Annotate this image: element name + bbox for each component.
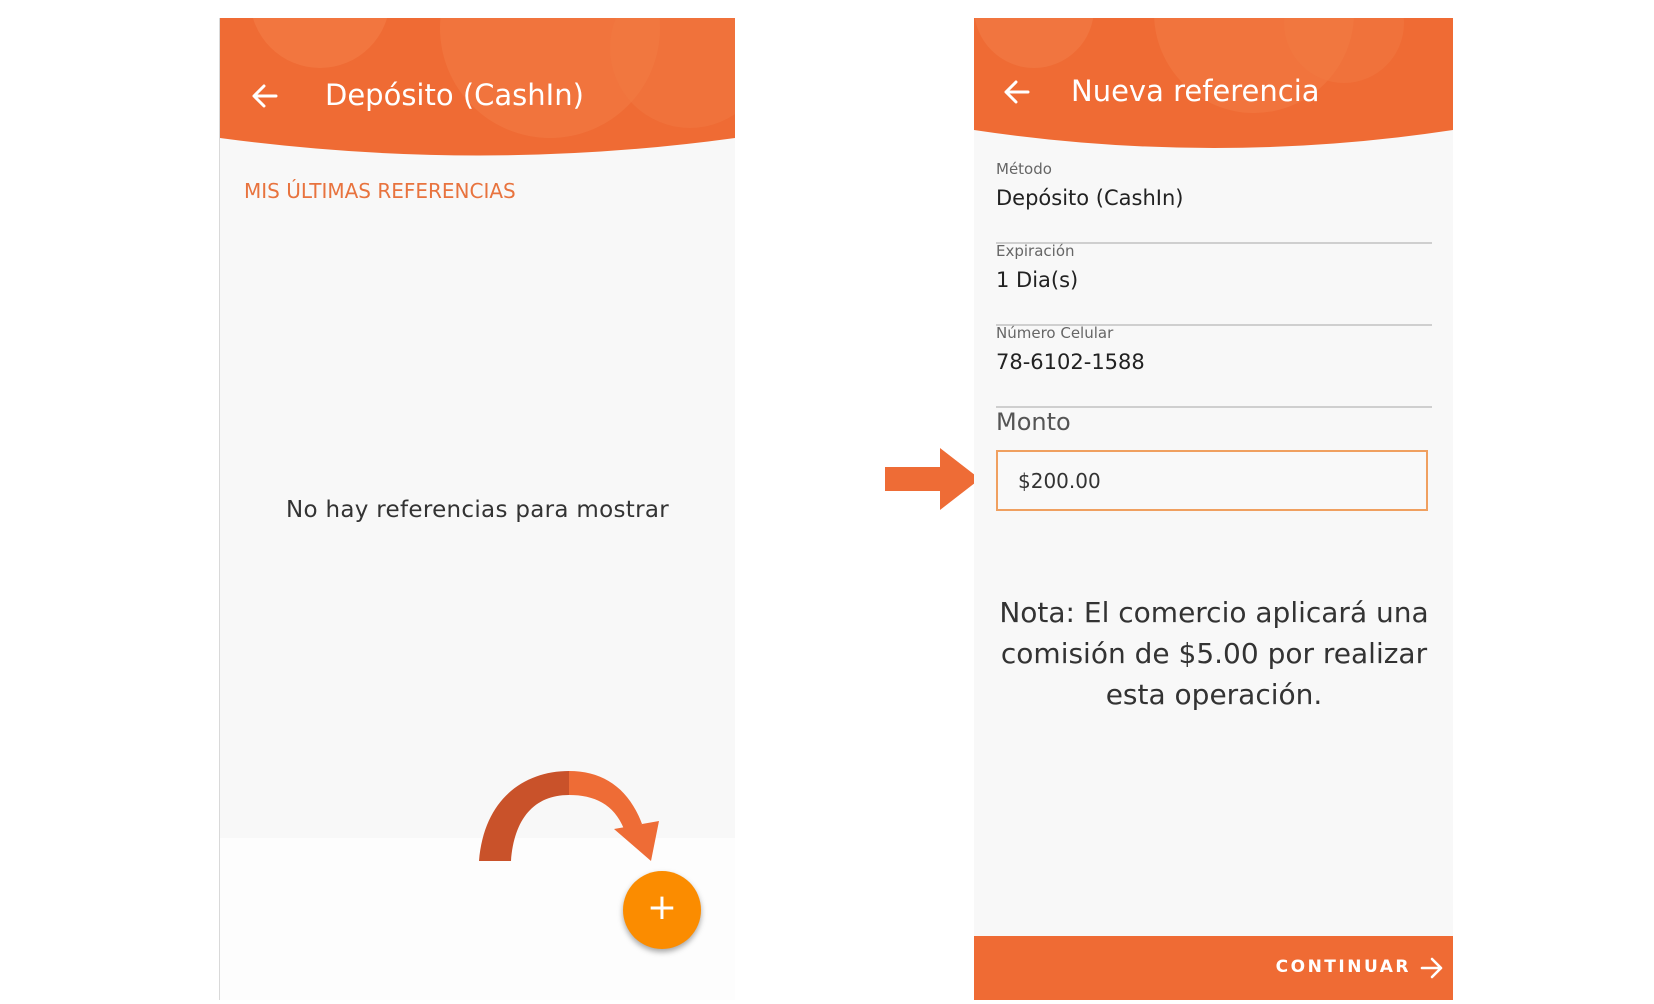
method-field: Método Depósito (CashIn) <box>996 160 1432 244</box>
app-header: Depósito (CashIn) <box>220 18 735 178</box>
add-reference-button[interactable]: + <box>623 871 701 949</box>
back-arrow-icon[interactable] <box>246 80 282 112</box>
back-arrow-icon[interactable] <box>998 76 1034 108</box>
screen-nueva-referencia: Nueva referencia Método Depósito (CashIn… <box>974 18 1453 1000</box>
empty-state-message: No hay referencias para mostrar <box>286 497 669 523</box>
phone-number-label: Número Celular <box>996 324 1114 342</box>
expiration-label: Expiración <box>996 242 1075 260</box>
amount-input[interactable] <box>996 450 1428 511</box>
fee-note: Nota: El comercio aplicará una comisión … <box>999 596 1429 711</box>
continue-label: CONTINUAR <box>1275 957 1411 977</box>
curved-arrow-icon <box>479 771 659 861</box>
page-title: Nueva referencia <box>1071 74 1320 108</box>
app-header: Nueva referencia <box>974 18 1453 178</box>
continue-button[interactable]: CONTINUAR <box>974 936 1453 1000</box>
amount-label: Monto <box>996 408 1071 436</box>
arrow-right-icon <box>1420 957 1443 979</box>
method-label: Método <box>996 160 1052 178</box>
pointer-arrow-icon <box>885 448 980 510</box>
plus-icon: + <box>646 887 678 928</box>
section-title-latest-references: MIS ÚLTIMAS REFERENCIAS <box>244 179 516 203</box>
method-value: Depósito (CashIn) <box>996 186 1184 210</box>
expiration-value: 1 Dia(s) <box>996 268 1079 292</box>
phone-number-value: 78-6102-1588 <box>996 350 1145 374</box>
expiration-field: Expiración 1 Dia(s) <box>996 242 1432 326</box>
page-title: Depósito (CashIn) <box>325 78 584 112</box>
phone-number-field: Número Celular 78-6102-1588 <box>996 324 1432 408</box>
